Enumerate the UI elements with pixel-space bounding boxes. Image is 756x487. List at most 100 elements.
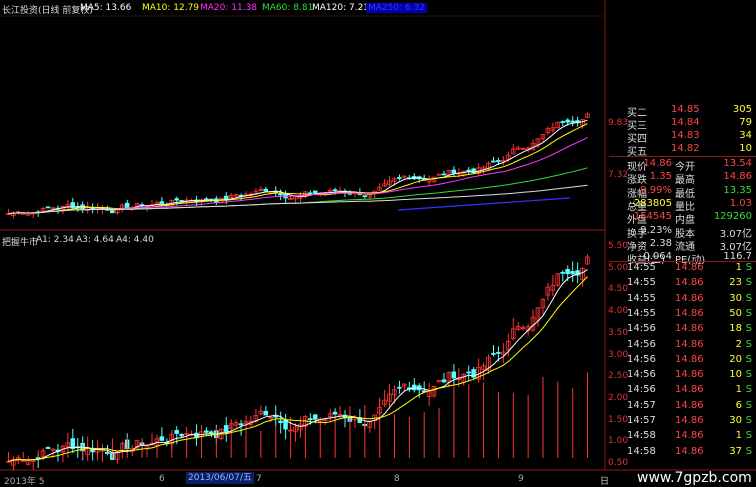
- stat-row: 外盘 154545 内盘 129260: [609, 211, 756, 226]
- ma120-label: MA120: 7.21: [312, 3, 370, 13]
- tick-volume: 6: [735, 399, 742, 411]
- stat-value-left: 14.86: [643, 158, 672, 169]
- x-tick-aug: 8: [394, 474, 400, 484]
- tick-price: 14.86: [675, 384, 704, 396]
- indicator-body: [238, 423, 244, 426]
- tick-volume: 18: [729, 323, 742, 335]
- tick-volume: 1: [735, 430, 742, 442]
- ma250-label: MA250: 6.32: [366, 3, 428, 13]
- tick-volume: 50: [729, 307, 742, 319]
- tick-price: 14.86: [675, 292, 704, 304]
- bid-level-volume: 10: [739, 143, 752, 154]
- tick-side: S: [745, 415, 752, 426]
- indicator-body: [312, 414, 318, 420]
- tick-time: 14:56: [627, 323, 656, 335]
- bid-level-price: 14.84: [671, 117, 700, 128]
- indicator-body: [179, 433, 184, 437]
- tick-price: 14.86: [675, 445, 704, 457]
- bid-level-row: 买三 14.84 79: [609, 117, 756, 132]
- bid-level-price: 14.82: [671, 143, 700, 154]
- candle-body: [263, 188, 269, 192]
- indicator-body: [223, 425, 229, 432]
- trade-tick-row: 14:55 14.86 30 S: [609, 293, 756, 307]
- indicator-body: [159, 436, 165, 441]
- indicator-body: [565, 268, 570, 275]
- candle-body: [332, 189, 338, 192]
- tick-time: 14:56: [627, 369, 656, 381]
- indicator-a4: A4: 4.40: [116, 235, 154, 245]
- trade-tick-row: 14:58 14.86 1 S: [609, 430, 756, 444]
- tick-side: S: [745, 399, 752, 411]
- ma-line: [8, 167, 588, 215]
- indicator-body: [283, 419, 288, 430]
- period-button[interactable]: 日: [600, 474, 609, 487]
- stat-value-left: 2.38: [649, 237, 672, 249]
- tick-price: 14.86: [675, 353, 704, 365]
- ma-line: [8, 119, 588, 215]
- stat-value-left: 283805: [633, 197, 672, 209]
- candle-body: [278, 193, 283, 196]
- bid-level-price: 14.83: [671, 130, 700, 141]
- tick-time: 14:55: [627, 307, 656, 319]
- trade-tick-row: 14:56 14.86 2 S: [609, 339, 756, 353]
- tick-price: 14.86: [675, 369, 704, 381]
- indicator-body: [20, 460, 26, 463]
- tick-price: 14.86: [675, 307, 704, 319]
- indicator-line: [8, 276, 588, 462]
- tick-volume: 30: [729, 292, 742, 304]
- bid-level-price: 14.85: [671, 104, 700, 115]
- x-tick-jul: 7: [256, 474, 262, 484]
- indicator-name: 把握牛市: [2, 238, 39, 248]
- tick-side: S: [745, 307, 752, 319]
- indicator-body: [278, 420, 283, 423]
- indicator-body: [411, 384, 417, 391]
- tick-side: S: [745, 353, 752, 365]
- tick-price: 14.86: [675, 262, 704, 273]
- tick-volume: 37: [729, 445, 742, 457]
- candle-body: [570, 120, 575, 123]
- tick-side: S: [745, 430, 752, 442]
- indicator-body: [45, 446, 51, 449]
- tick-side: S: [745, 323, 752, 335]
- candle-body: [560, 121, 565, 123]
- stat-value-left: 9.23%: [640, 224, 672, 236]
- candle-body: [179, 200, 184, 202]
- tick-time: 14:55: [627, 262, 656, 273]
- ma-line: [8, 136, 588, 215]
- stat-row: 换手 9.23% 股本 3.07亿: [609, 224, 756, 240]
- stat-row: 涨幅 9.99% 最低 13.35: [609, 184, 756, 200]
- bid-level-volume: 305: [732, 104, 752, 115]
- indicator-body: [209, 431, 214, 434]
- ma-line: [8, 184, 588, 215]
- candle-body: [312, 190, 318, 194]
- stat-value-right: 129260: [713, 211, 752, 223]
- tick-price: 14.86: [675, 399, 704, 411]
- indicator-line: [8, 269, 588, 462]
- tick-price: 14.86: [675, 430, 704, 442]
- indicator-body: [397, 386, 402, 389]
- ma5-label: MA5: 13.66: [80, 3, 132, 13]
- tick-time: 14:55: [627, 292, 656, 304]
- tick-volume: 10: [729, 369, 742, 381]
- indicator-body: [263, 410, 269, 416]
- stat-value-right: 13.54: [723, 158, 752, 169]
- indicator-body: [441, 379, 447, 383]
- trade-tick-row: 14:56 14.86 20 S: [609, 354, 756, 368]
- indicator-body: [307, 418, 313, 421]
- trade-tick-row: 14:58 14.86 37 S: [609, 446, 756, 460]
- stat-value-left: 9.99%: [640, 184, 672, 196]
- quote-panel: 买二 14.85 305 买三 14.84 79 买四 14.83 34 买五 14.…: [609, 104, 756, 466]
- indicator-body: [491, 353, 496, 355]
- candle-body: [174, 198, 179, 201]
- stat-value-right: 13.35: [723, 184, 752, 196]
- stat-value-left: 154545: [633, 211, 672, 223]
- indicator-legend: 把握牛市 A1: 2.34 A3: 4.64 A4: 4.40: [0, 233, 605, 248]
- candle-body: [491, 160, 496, 163]
- trade-tick-row: 14:56 14.86 18 S: [609, 323, 756, 337]
- candle-body: [565, 119, 570, 123]
- tick-volume: 2: [735, 338, 742, 350]
- indicator-body: [560, 271, 565, 274]
- stat-value-left: 1.35: [649, 171, 672, 183]
- trade-tick-row: 14:56 14.86 10 S: [609, 369, 756, 383]
- bid-level-row: 买四 14.83 34: [609, 130, 756, 145]
